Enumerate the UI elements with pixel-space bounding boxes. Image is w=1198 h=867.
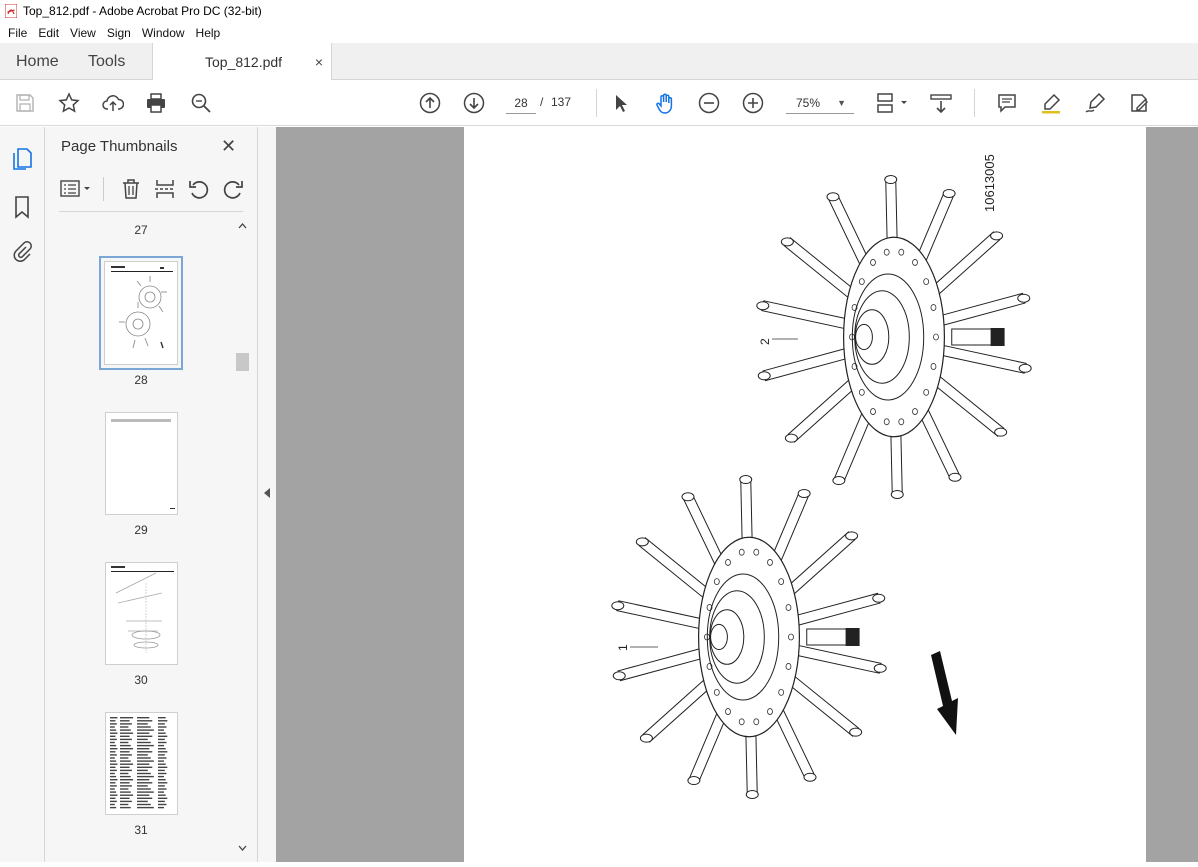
scroll-mode-icon[interactable] (929, 91, 953, 115)
save-icon[interactable] (13, 91, 37, 115)
zoom-value: 75% (796, 96, 821, 110)
document-viewer[interactable]: 10613005 2 1 (276, 127, 1198, 862)
page-separator: / (540, 95, 544, 109)
tab-tools[interactable]: Tools (88, 43, 125, 80)
comment-icon[interactable] (995, 91, 1019, 115)
hand-tool-icon[interactable] (653, 91, 677, 115)
fill-sign-icon[interactable] (1127, 91, 1151, 115)
main-toolbar (0, 80, 1198, 126)
rotor-wheel-1 (611, 475, 887, 799)
window-title: Top_812.pdf - Adobe Acrobat Pro DC (32-b… (23, 4, 262, 18)
tab-close-icon[interactable]: × (315, 54, 323, 70)
menu-file[interactable]: File (8, 26, 27, 40)
search-zoom-icon[interactable] (189, 91, 213, 115)
thumbnail-label-27: 27 (134, 223, 148, 237)
thumbnail-image (111, 566, 174, 653)
title-bar: Top_812.pdf - Adobe Acrobat Pro DC (32-b… (0, 0, 1198, 22)
rotor-wheel-2 (756, 175, 1032, 499)
zoom-in-icon[interactable] (741, 91, 765, 115)
panel-collapse-handle[interactable] (258, 127, 276, 862)
previous-page-icon[interactable] (418, 91, 442, 115)
next-page-icon[interactable] (462, 91, 486, 115)
page-thumbnails-panel: Page Thumbnails ✕ 27 28 29 30 31 (45, 127, 258, 862)
thumbnail-label-29: 29 (134, 523, 148, 537)
thumbnail-label-31: 31 (134, 823, 148, 837)
menu-sign[interactable]: Sign (107, 26, 131, 40)
delete-page-icon[interactable] (119, 177, 143, 201)
callout-2: 2 (758, 338, 772, 345)
page-layout-icon[interactable] (874, 91, 910, 115)
thumbnail-label-28: 28 (134, 373, 148, 387)
extract-page-icon[interactable] (153, 177, 177, 201)
rotate-right-icon[interactable] (221, 177, 245, 201)
upload-cloud-icon[interactable] (101, 91, 125, 115)
tab-home[interactable]: Home (16, 43, 59, 80)
page-number-input[interactable]: 28 (506, 92, 536, 114)
acrobat-app-icon (4, 3, 18, 19)
thumbnail-page-28[interactable] (99, 256, 183, 370)
print-icon[interactable] (144, 91, 168, 115)
toolbar-divider (596, 89, 597, 117)
tab-bar: Home Tools Top_812.pdf × (0, 43, 1198, 81)
direction-arrow (931, 651, 958, 735)
attachment-icon[interactable] (11, 239, 33, 263)
thumbnail-page-31[interactable] (105, 712, 178, 815)
menu-view[interactable]: View (70, 26, 96, 40)
panel-divider (59, 211, 243, 212)
menu-edit[interactable]: Edit (38, 26, 59, 40)
viewer-right-margin (1146, 127, 1198, 862)
close-icon[interactable]: ✕ (221, 136, 236, 157)
thumbnail-image (111, 266, 173, 349)
tab-document[interactable]: Top_812.pdf × (152, 43, 332, 81)
menu-help[interactable]: Help (196, 26, 221, 40)
page-thumbnails-icon[interactable] (11, 147, 33, 171)
thumbnail-image (110, 717, 168, 809)
highlight-pen-icon[interactable] (1039, 91, 1063, 115)
menu-bar: File Edit View Sign Window Help (0, 22, 1198, 43)
thumbnail-page-30[interactable] (105, 562, 178, 665)
thumbnail-label-30: 30 (134, 673, 148, 687)
select-cursor-icon[interactable] (609, 91, 633, 115)
thumbnail-scrollbar[interactable] (235, 218, 250, 858)
tab-document-label: Top_812.pdf (205, 54, 283, 70)
panel-title: Page Thumbnails (61, 138, 178, 155)
thumbnail-page-29[interactable] (105, 412, 178, 515)
navigation-rail (0, 127, 45, 862)
draw-pen-icon[interactable] (1083, 91, 1107, 115)
pdf-page: 10613005 2 1 (464, 127, 1146, 862)
rotate-left-icon[interactable] (187, 177, 211, 201)
callout-1: 1 (616, 644, 630, 651)
figure-id: 10613005 (982, 154, 997, 212)
menu-window[interactable]: Window (142, 26, 185, 40)
chevron-down-icon: ▼ (837, 98, 846, 108)
thumbnail-options-icon[interactable] (59, 177, 95, 201)
exploded-view-drawing: 10613005 2 1 (611, 154, 1032, 799)
zoom-out-icon[interactable] (697, 91, 721, 115)
star-icon[interactable] (57, 91, 81, 115)
thumbnail-image (111, 419, 175, 509)
bookmark-icon[interactable] (11, 195, 33, 219)
toolbar-divider (103, 177, 104, 201)
zoom-select[interactable]: 75% ▼ (786, 92, 854, 114)
total-pages: 137 (551, 95, 572, 109)
toolbar-divider (974, 89, 975, 117)
